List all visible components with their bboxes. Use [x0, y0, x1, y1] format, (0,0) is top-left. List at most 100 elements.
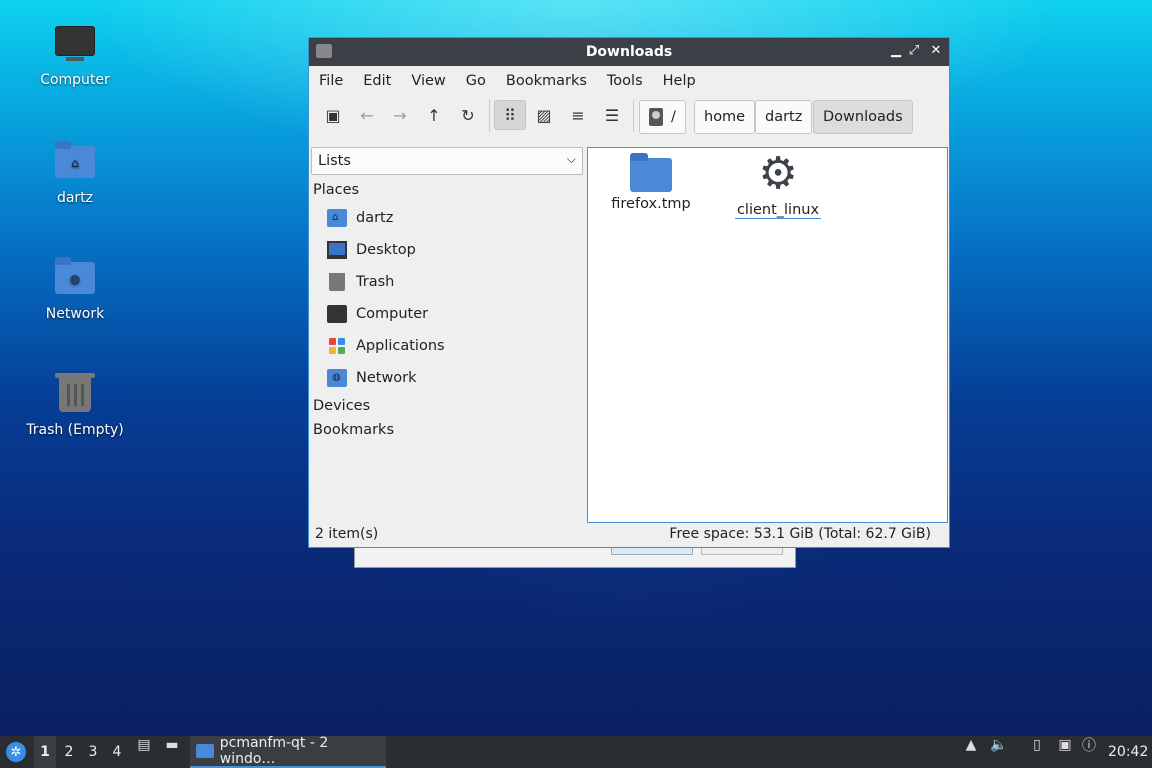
minimize-button[interactable]: ▁ [887, 42, 905, 60]
menu-file[interactable]: File [319, 73, 343, 89]
menu-view[interactable]: View [411, 73, 445, 89]
taskbar-window-title: pcmanfm-qt - 2 windo… [219, 735, 329, 767]
sidebar-item-dartz[interactable]: ⌂ dartz [311, 202, 583, 234]
icon-view-icon[interactable]: ⠿ [494, 100, 526, 130]
volume-icon[interactable]: 🔈 [990, 736, 1008, 754]
workspace-1[interactable]: 1 [34, 736, 56, 768]
close-button[interactable]: ✕ [927, 42, 945, 60]
menu-bookmarks[interactable]: Bookmarks [506, 73, 587, 89]
applications-icon [329, 338, 345, 354]
path-crumb-dartz[interactable]: dartz [755, 100, 813, 134]
menu-bar: File Edit View Go Bookmarks Tools Help [309, 66, 949, 96]
detailed-view-icon[interactable]: ☰ [596, 100, 628, 130]
menu-go[interactable]: Go [466, 73, 486, 89]
taskbar-window-button[interactable]: pcmanfm-qt - 2 windo… [190, 735, 386, 768]
file-manager-window: Downloads ▁ ⤢ ✕ File Edit View Go Bookma… [308, 37, 950, 548]
sidebar-item-applications[interactable]: Applications [311, 330, 583, 362]
folder-icon [630, 153, 672, 192]
up-arrow-icon[interactable]: ↑ [418, 100, 450, 130]
reload-icon[interactable]: ↻ [452, 100, 484, 130]
chevron-down-icon: ⌵ [566, 152, 576, 166]
menu-tools[interactable]: Tools [607, 73, 643, 89]
compact-view-icon[interactable]: ≡ [562, 100, 594, 130]
desktop-icon-label: Computer [40, 72, 110, 88]
desktop-icon-dartz[interactable]: ⌂ dartz [20, 140, 130, 206]
sidebar-item-label: Trash [356, 274, 395, 290]
sidebar: Places ⌂ dartz Desktop Trash Computer Ap… [311, 178, 583, 518]
file-item-client-linux[interactable]: ⚙ client_linux [733, 148, 823, 219]
computer-icon [53, 22, 97, 66]
path-crumb-label: / [671, 109, 676, 125]
sidebar-header-bookmarks[interactable]: Bookmarks [311, 418, 583, 442]
tray-expand-icon[interactable]: ▲ [962, 736, 980, 754]
sidebar-item-label: dartz [356, 210, 394, 226]
clock[interactable]: 20:42 [1108, 736, 1148, 768]
sidebar-item-label: Applications [356, 338, 445, 354]
file-view[interactable]: firefox.tmp ⚙ client_linux [587, 147, 948, 523]
sidebar-item-label: Desktop [356, 242, 416, 258]
path-crumb-label: Downloads [823, 109, 903, 125]
item-count: 2 item(s) [315, 526, 379, 542]
hard-drive-icon [649, 108, 663, 126]
file-manager-launcher-icon[interactable]: ▤ [135, 736, 153, 754]
toolbar-separator [489, 100, 490, 132]
title-bar[interactable]: Downloads ▁ ⤢ ✕ [309, 38, 949, 66]
executable-gear-icon: ⚙ [758, 148, 798, 199]
show-desktop-icon[interactable]: ▬ [163, 736, 181, 754]
trash-icon [329, 273, 345, 291]
menu-help[interactable]: Help [663, 73, 696, 89]
toolbar-separator [633, 100, 634, 132]
maximize-button[interactable]: ⤢ [905, 42, 923, 60]
sidebar-item-desktop[interactable]: Desktop [311, 234, 583, 266]
desktop-icon-label: Trash (Empty) [26, 422, 124, 438]
desktop-icon-network[interactable]: ◍ Network [20, 256, 130, 322]
path-crumb-downloads[interactable]: Downloads [813, 100, 913, 134]
folder-icon [196, 744, 214, 758]
menu-edit[interactable]: Edit [363, 73, 391, 89]
home-folder-icon: ⌂ [327, 209, 347, 227]
taskbar: ✲ 1 2 3 4 ▤ ▬ pcmanfm-qt - 2 windo… ▲ 🔈 … [0, 735, 1152, 768]
desktop-icon-computer[interactable]: Computer [20, 22, 130, 88]
clipboard-icon[interactable]: ▯ [1028, 736, 1046, 754]
start-menu-button[interactable]: ✲ [4, 736, 28, 768]
side-pane-mode-value: Lists [318, 153, 351, 169]
network-status-icon[interactable]: ▣ [1056, 736, 1074, 754]
computer-icon [327, 305, 347, 323]
path-crumb-home[interactable]: home [694, 100, 756, 134]
update-notification-icon[interactable]: ⓘ [1080, 736, 1098, 754]
workspace-2[interactable]: 2 [58, 736, 80, 768]
sidebar-item-label: Network [356, 370, 417, 386]
side-pane-mode-select[interactable]: Lists ⌵ [311, 147, 583, 175]
sidebar-item-computer[interactable]: Computer [311, 298, 583, 330]
sidebar-header-places[interactable]: Places [311, 178, 583, 202]
file-item-firefox-tmp[interactable]: firefox.tmp [606, 153, 696, 212]
thumbnail-view-icon[interactable]: ▨ [528, 100, 560, 130]
path-crumb-root[interactable]: / [639, 100, 686, 134]
path-crumb-label: dartz [765, 109, 803, 125]
forward-arrow-icon[interactable]: → [384, 100, 416, 130]
free-space: Free space: 53.1 GiB (Total: 62.7 GiB) [669, 526, 931, 542]
file-item-label: firefox.tmp [611, 196, 691, 212]
sidebar-header-devices[interactable]: Devices [311, 394, 583, 418]
lxqt-logo-icon: ✲ [6, 742, 26, 762]
desktop-icon-label: dartz [56, 190, 94, 206]
desktop-icon-trash[interactable]: Trash (Empty) [20, 372, 130, 438]
path-crumb-label: home [704, 109, 746, 125]
workspace-3[interactable]: 3 [82, 736, 104, 768]
home-folder-icon: ⌂ [53, 140, 97, 184]
toolbar: ▣ ← → ↑ ↻ ⠿ ▨ ≡ ☰ / home dartz Downloads [309, 96, 949, 136]
new-tab-icon[interactable]: ▣ [317, 100, 349, 130]
sidebar-item-network[interactable]: ◍ Network [311, 362, 583, 394]
desktop-icon-label: Network [45, 306, 105, 322]
sidebar-item-label: Computer [356, 306, 429, 322]
network-folder-icon: ◍ [327, 369, 347, 387]
status-bar: 2 item(s) Free space: 53.1 GiB (Total: 6… [309, 521, 949, 547]
back-arrow-icon[interactable]: ← [351, 100, 383, 130]
desktop-icon [327, 241, 347, 259]
sidebar-item-trash[interactable]: Trash [311, 266, 583, 298]
trash-icon [53, 372, 97, 416]
network-folder-icon: ◍ [53, 256, 97, 300]
workspace-4[interactable]: 4 [106, 736, 128, 768]
file-item-label: client_linux [734, 202, 822, 219]
window-title: Downloads [585, 44, 673, 60]
